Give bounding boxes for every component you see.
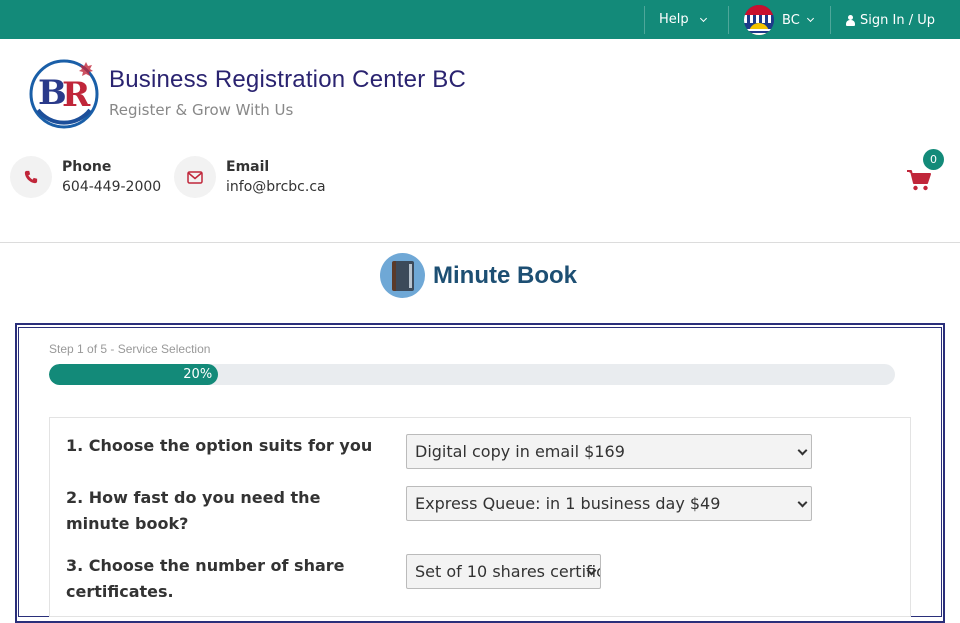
chevron-down-icon [797,445,808,456]
page-heading: Minute Book [380,253,577,298]
region-label: BC [782,12,800,28]
email-label: Email [226,159,270,175]
phone-contact[interactable]: Phone 604-449-2000 [10,156,161,198]
option-select-value: Digital copy in email $169 [415,442,625,461]
bc-flag-icon [744,5,774,35]
brand-subtitle: Register & Grow With Us [109,101,294,119]
cart-count-badge: 0 [923,149,944,170]
header-divider [0,242,960,243]
phone-label: Phone [62,159,112,175]
share-certificates-select[interactable]: Set of 10 shares certificates [406,554,601,589]
brand-logo[interactable]: B R [28,58,100,130]
sign-in-label: Sign In / Up [860,13,935,28]
sign-in-button[interactable]: Sign In / Up [846,13,935,28]
share-certificates-select-value: Set of 10 shares certificates [415,562,600,581]
progress-bar: 20% [49,364,895,385]
help-menu[interactable]: Help [659,12,707,27]
envelope-icon [174,156,216,198]
divider [728,6,729,34]
progress-fill: 20% [49,364,219,385]
help-label: Help [659,12,689,27]
question-label: 1. Choose the option suits for you [66,436,373,455]
speed-select[interactable]: Express Queue: in 1 business day $49 [406,486,812,521]
divider [830,6,831,34]
user-icon [846,15,855,26]
option-select[interactable]: Digital copy in email $169 [406,434,812,469]
speed-select-value: Express Queue: in 1 business day $49 [415,494,721,513]
svg-text:R: R [62,75,91,115]
email-contact[interactable]: Email info@brcbc.ca [174,156,326,198]
region-selector[interactable]: BC [744,5,814,35]
chevron-down-icon [699,14,707,22]
email-value[interactable]: info@brcbc.ca [226,179,326,195]
chevron-down-icon [797,497,808,508]
chevron-down-icon [806,14,814,23]
top-bar: Help BC Sign In / Up [0,0,960,39]
question-label: 3. Choose the number of share certificat… [66,556,345,601]
phone-value[interactable]: 604-449-2000 [62,179,161,195]
brand-title[interactable]: Business Registration Center BC [109,66,466,94]
phone-icon [10,156,52,198]
shopping-cart-icon[interactable] [906,168,932,192]
step-indicator: Step 1 of 5 - Service Selection [49,342,211,356]
divider [644,6,645,34]
page-title: Minute Book [433,261,577,289]
question-label: 2. How fast do you need the minute book? [66,488,321,533]
book-icon [380,253,425,298]
